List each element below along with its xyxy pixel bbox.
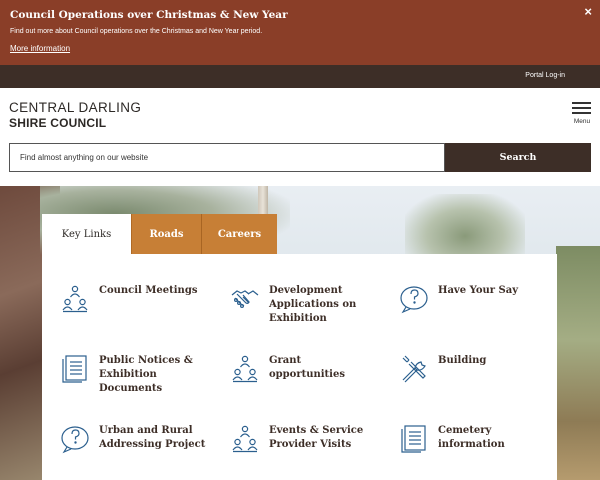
search-input[interactable] — [9, 143, 445, 172]
alert-title: Council Operations over Christmas & New … — [10, 9, 288, 21]
link-label: Development Applications on Exhibition — [269, 285, 357, 324]
documents-icon — [60, 354, 90, 384]
link-building[interactable]: Building — [399, 354, 549, 384]
link-cemetery-information[interactable]: Cemetery information — [399, 424, 549, 454]
link-grant-opportunities[interactable]: Grant opportunities — [230, 354, 380, 384]
link-development-applications[interactable]: Development Applications on Exhibition — [230, 284, 380, 326]
alert-more-info-link[interactable]: More information — [10, 44, 70, 53]
handshake-icon — [230, 284, 260, 314]
people-group-icon — [230, 424, 260, 454]
tab-roads[interactable]: Roads — [131, 214, 201, 254]
tools-icon — [399, 354, 429, 384]
utility-bar: Portal Log-in — [0, 65, 600, 88]
link-events-service-visits[interactable]: Events & Service Provider Visits — [230, 424, 380, 454]
link-label: Council Meetings — [99, 285, 198, 296]
tab-careers[interactable]: Careers — [201, 214, 277, 254]
key-links-panel: Council Meetings Development Application… — [42, 254, 557, 480]
link-addressing-project[interactable]: Urban and Rural Addressing Project — [60, 424, 210, 454]
menu-button[interactable]: Menu — [571, 100, 593, 128]
question-bubble-icon — [60, 424, 90, 454]
search-button[interactable]: Search — [445, 143, 591, 172]
close-icon[interactable]: × — [584, 5, 592, 19]
link-label: Have Your Say — [438, 285, 519, 296]
link-label: Public Notices & Exhibition Documents — [99, 355, 193, 394]
link-label: Building — [438, 355, 487, 366]
menu-label: Menu — [573, 118, 591, 125]
portal-login-link[interactable]: Portal Log-in — [525, 72, 565, 79]
link-label: Grant opportunities — [269, 355, 345, 380]
link-have-your-say[interactable]: Have Your Say — [399, 284, 549, 314]
people-group-icon — [60, 284, 90, 314]
documents-icon — [399, 424, 429, 454]
link-label: Events & Service Provider Visits — [269, 425, 364, 450]
alert-banner: Council Operations over Christmas & New … — [0, 0, 600, 65]
link-label: Urban and Rural Addressing Project — [99, 425, 206, 450]
link-public-notices[interactable]: Public Notices & Exhibition Documents — [60, 354, 210, 396]
link-council-meetings[interactable]: Council Meetings — [60, 284, 210, 314]
logo-line-1[interactable]: CENTRAL DARLING — [9, 100, 141, 115]
tab-key-links[interactable]: Key Links — [42, 214, 131, 254]
link-label: Cemetery information — [438, 425, 505, 450]
alert-text: Find out more about Council operations o… — [10, 28, 263, 35]
people-group-icon — [230, 354, 260, 384]
question-bubble-icon — [399, 284, 429, 314]
logo-line-2[interactable]: SHIRE COUNCIL — [9, 116, 106, 130]
